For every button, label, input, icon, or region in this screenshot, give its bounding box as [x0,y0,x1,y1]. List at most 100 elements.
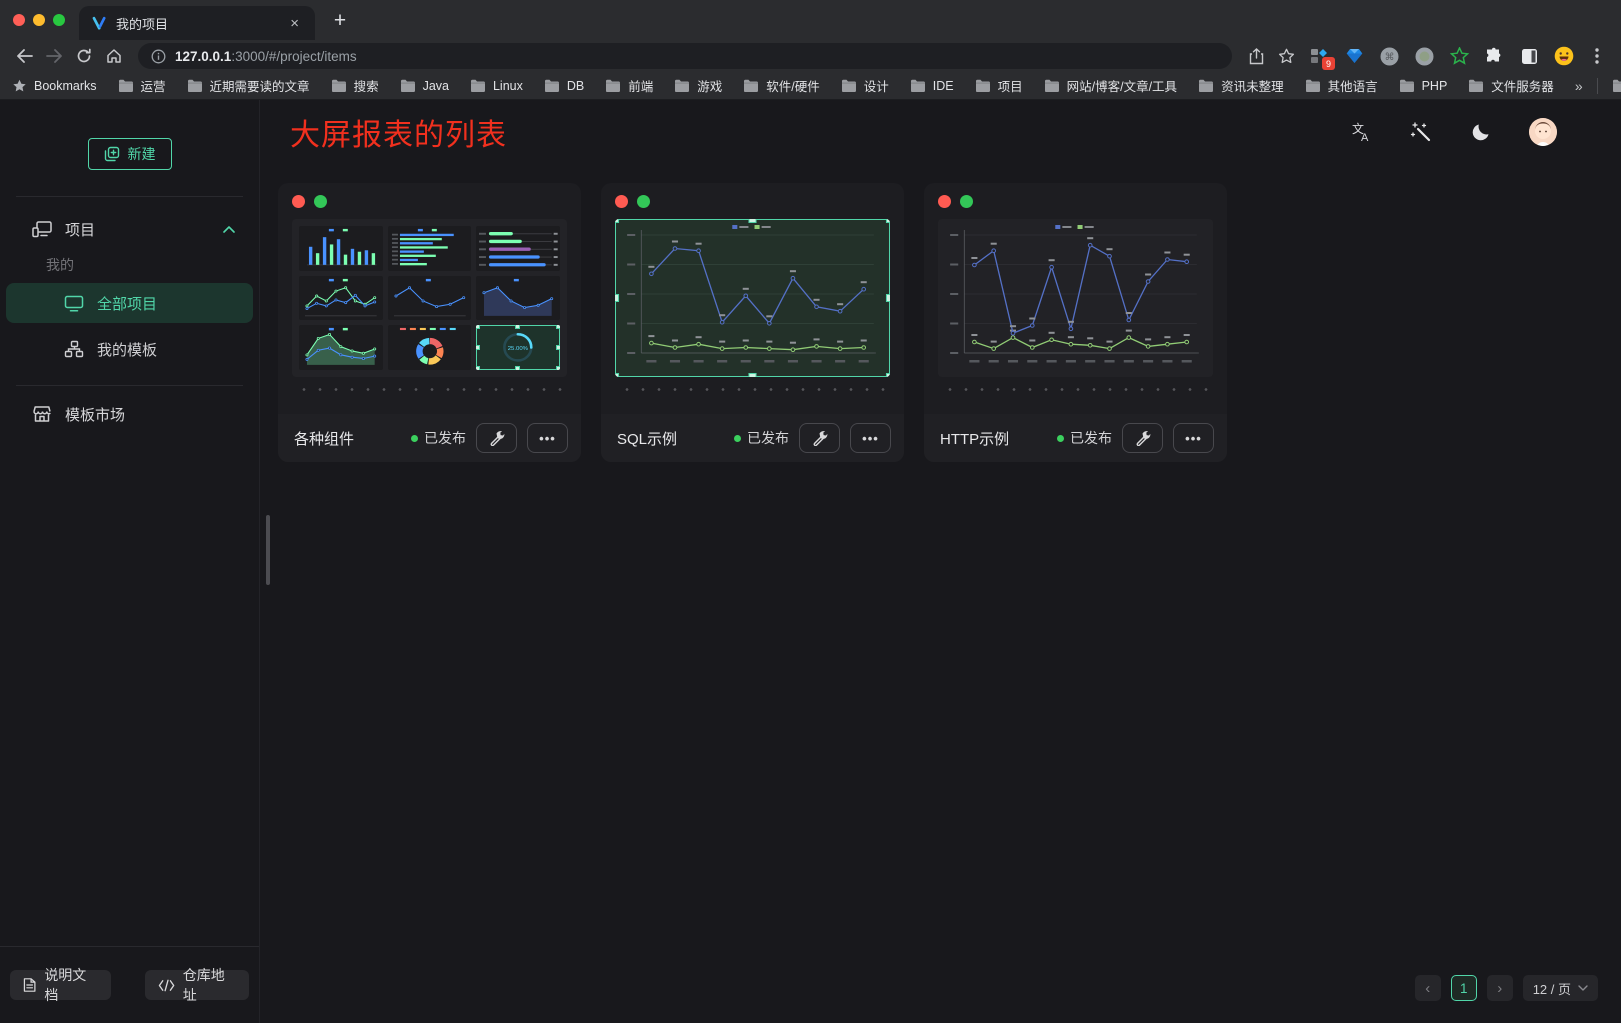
extension-green-star-icon[interactable] [1448,45,1470,67]
bookmark-folder-label: 其他语言 [1328,76,1378,95]
current-page-button[interactable]: 1 [1451,975,1477,1001]
project-thumbnail[interactable] [938,219,1213,377]
dark-mode-moon-icon[interactable] [1469,120,1493,144]
other-bookmarks-folder[interactable]: 其他书签 [1612,76,1621,95]
project-card[interactable]: 25.00% 各种组件 已发布 ••• [278,183,581,462]
edit-hammer-button[interactable] [799,423,840,453]
card-footer: SQL示例 已发布 ••• [601,414,904,462]
url-bar[interactable]: 127.0.0.1:3000/#/project/items [138,43,1232,69]
repo-button[interactable]: 仓库地址 [145,970,249,1000]
sidebar-divider-top [16,196,243,197]
bookmark-folder[interactable]: 前端 [605,76,653,95]
scrollbar-thumb[interactable] [266,515,270,585]
next-page-button[interactable]: › [1487,975,1513,1001]
project-name: SQL示例 [617,428,724,449]
emoji-extension-icon[interactable] [1553,45,1575,67]
extension-gem-icon[interactable] [1343,45,1365,67]
extension-command-icon[interactable]: ⌘ [1378,45,1400,67]
edit-hammer-button[interactable] [1122,423,1163,453]
bookmark-folder[interactable]: Linux [470,79,523,93]
status-label: 已发布 [424,428,466,448]
bookmarks-manager[interactable]: Bookmarks [12,79,97,93]
widget-grid: 25.00% [292,219,567,377]
magic-wand-icon[interactable] [1409,120,1433,144]
bookmark-folder[interactable]: 近期需要读的文章 [187,76,310,95]
browser-tab[interactable]: 我的项目 × [79,6,315,40]
bookmark-folder[interactable]: 网站/博客/文章/工具 [1044,76,1177,95]
reload-icon[interactable] [70,43,98,69]
bookmark-folder-label: 网站/博客/文章/工具 [1067,76,1177,95]
extension-badge: 9 [1322,57,1335,70]
storefront-icon [32,405,52,423]
bookmark-folder-label: 文件服务器 [1491,76,1554,95]
sidebar-item-label: 我的模板 [97,339,157,360]
bookmark-folder[interactable]: 运营 [118,76,166,95]
project-card[interactable]: SQL示例 已发布 ••• [601,183,904,462]
user-avatar[interactable] [1529,118,1557,146]
forward-icon[interactable] [40,43,68,69]
folder-icon [910,79,926,92]
chevron-up-icon[interactable] [223,226,235,233]
sidebar-item-all-projects[interactable]: 全部项目 [6,283,253,323]
traffic-lights [0,14,79,40]
bookmark-folder[interactable]: 搜索 [331,76,379,95]
chrome-menu-icon[interactable] [1583,43,1611,69]
project-thumbnail[interactable] [615,219,890,377]
bookmark-folder[interactable]: DB [544,79,584,93]
more-options-button[interactable]: ••• [527,423,568,453]
card-window-dots [292,195,567,208]
more-options-button[interactable]: ••• [1173,423,1214,453]
bookmark-folder[interactable]: 资讯未整理 [1198,76,1284,95]
more-options-button[interactable]: ••• [850,423,891,453]
bookmark-star-icon[interactable] [1272,43,1300,69]
docs-button[interactable]: 说明文档 [10,970,111,1000]
folder-icon [400,79,416,92]
side-panel-icon[interactable] [1518,45,1540,67]
page-title: 大屏报表的列表 [290,110,507,154]
bookmark-folder[interactable]: 文件服务器 [1468,76,1554,95]
minimize-window-button[interactable] [33,14,45,26]
sidebar-divider-mid [16,385,243,386]
extension-circle-icon[interactable] [1413,45,1435,67]
project-card[interactable]: HTTP示例 已发布 ••• [924,183,1227,462]
bookmarks-overflow-chevron[interactable]: » [1575,78,1583,94]
bookmark-folder[interactable]: 项目 [975,76,1023,95]
bookmark-folder-label: 近期需要读的文章 [210,76,310,95]
close-window-button[interactable] [13,14,25,26]
green-dot [314,195,327,208]
project-name: HTTP示例 [940,428,1047,449]
extensions-puzzle-icon[interactable] [1483,45,1505,67]
page-size-select[interactable]: 12 / 页 [1523,975,1598,1001]
bookmark-folder[interactable]: 设计 [841,76,889,95]
bookmark-folder[interactable]: Java [400,79,449,93]
card-window-dots [938,195,1213,208]
bookmark-folder[interactable]: 其他语言 [1305,76,1378,95]
extension-userscript-icon[interactable]: 9 [1308,45,1330,67]
home-icon[interactable] [100,43,128,69]
bookmark-folder[interactable]: 游戏 [674,76,722,95]
app-window: 新建 项目 我的 全部项目 我的模板 模板市场 说明文档 [0,100,1621,1023]
new-project-button[interactable]: 新建 [88,138,172,170]
mini-area-chart [476,276,560,321]
sidebar-item-template-market[interactable]: 模板市场 [32,394,235,434]
sidebar-group-projects[interactable]: 项目 [32,209,235,249]
zoom-window-button[interactable] [53,14,65,26]
folder-icon [841,79,857,92]
site-info-icon[interactable] [151,49,166,64]
bookmarks-label: Bookmarks [34,79,97,93]
share-icon[interactable] [1242,43,1270,69]
back-icon[interactable] [10,43,38,69]
tab-close-icon[interactable]: × [286,14,303,33]
prev-page-button[interactable]: ‹ [1415,975,1441,1001]
translate-icon[interactable]: 文A [1349,120,1373,144]
star-icon [12,79,27,93]
bookmark-folder[interactable]: IDE [910,79,954,93]
edit-hammer-button[interactable] [476,423,517,453]
dotted-separator [942,388,1209,391]
new-tab-button[interactable]: + [325,6,355,36]
bookmark-folder[interactable]: 软件/硬件 [743,76,819,95]
bookmark-folder-label: Linux [493,79,523,93]
bookmark-folder[interactable]: PHP [1399,79,1448,93]
sidebar-item-my-templates[interactable]: 我的模板 [6,329,253,369]
project-thumbnail[interactable]: 25.00% [292,219,567,377]
